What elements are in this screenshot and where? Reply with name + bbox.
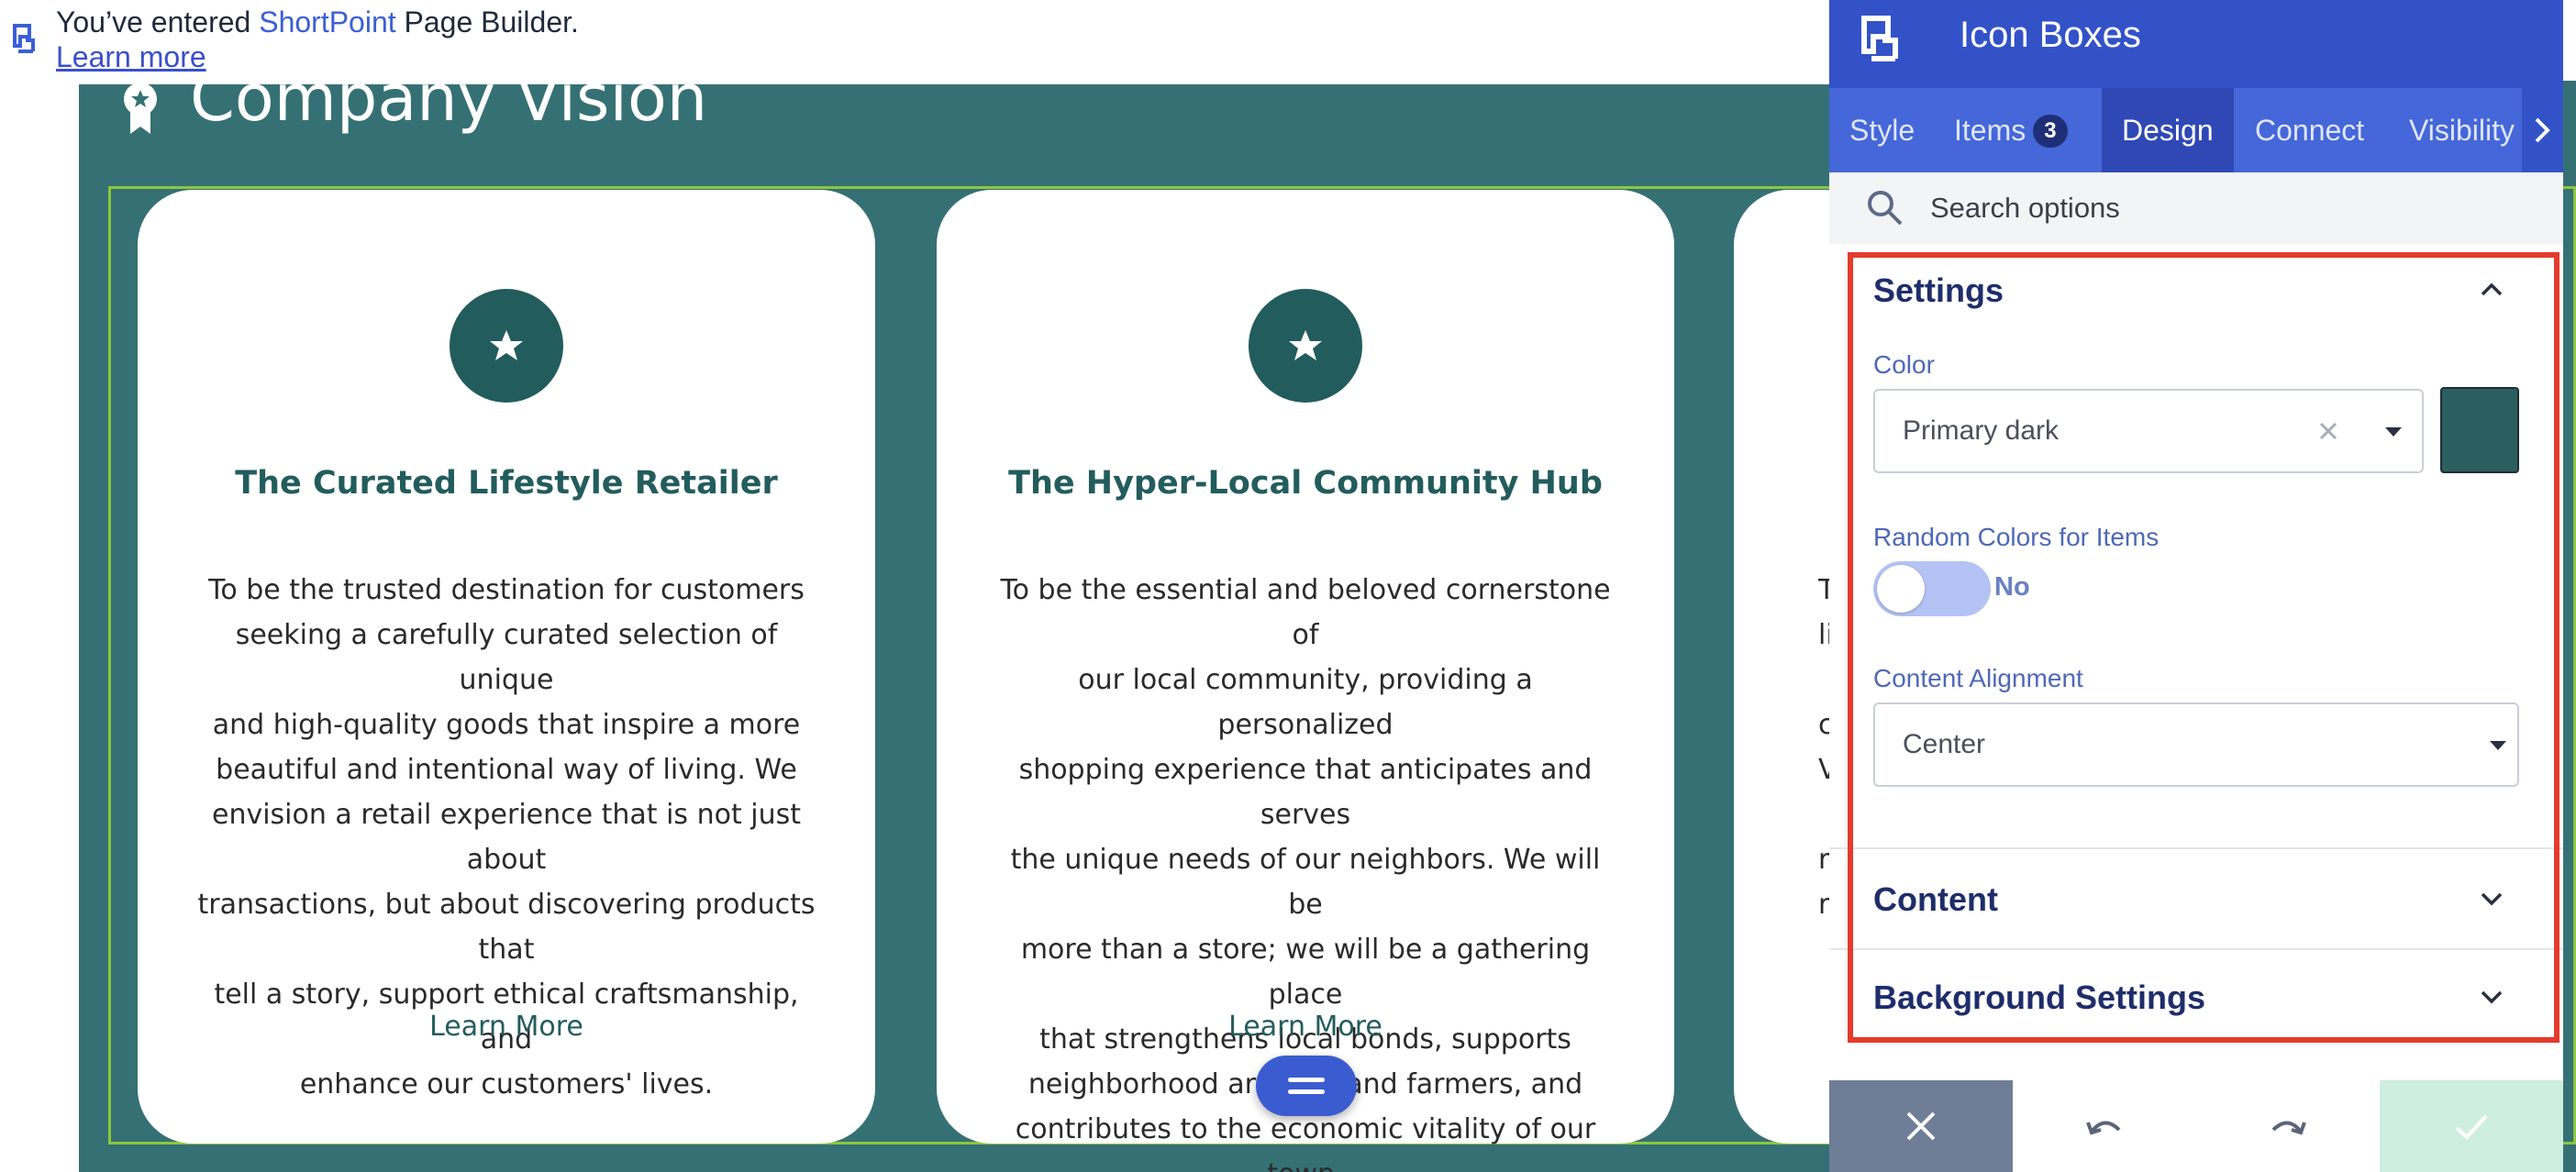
random-colors-toggle[interactable]: [1873, 561, 1991, 616]
undo-icon: [2086, 1121, 2121, 1135]
check-icon: [2455, 1114, 2488, 1140]
caret-down-icon: [2385, 427, 2402, 437]
tab-design[interactable]: Design: [2102, 88, 2234, 172]
color-select-value: Primary dark: [1903, 415, 2060, 446]
divider: [1829, 847, 2563, 849]
undo-button[interactable]: [2013, 1080, 2196, 1172]
chevron-down-icon[interactable]: [2477, 884, 2506, 913]
tab-connect[interactable]: Connect: [2235, 88, 2384, 172]
shortpoint-logo-icon: [13, 24, 35, 53]
tabs-scroll-right-button[interactable]: [2522, 88, 2563, 172]
random-colors-value: No: [1994, 572, 2030, 602]
content-alignment-label: Content Alignment: [1873, 664, 2083, 692]
search-input[interactable]: Search options: [1930, 192, 2120, 225]
learn-more-link[interactable]: Learn More: [937, 1011, 1674, 1043]
menu-icon: [1288, 1078, 1325, 1082]
panel-header: Icon Boxes: [1829, 0, 2563, 88]
icon-box-card[interactable]: The Hyper-Local Community Hub To be the …: [937, 190, 1674, 1172]
redo-button[interactable]: [2196, 1080, 2380, 1172]
card-title: The Hyper-Local Community Hub: [1008, 465, 1603, 502]
panel-title: Icon Boxes: [1960, 15, 2141, 55]
notice-text: You’ve entered ShortPoint Page Builder.: [56, 6, 579, 39]
chevron-right-icon: [2535, 117, 2550, 143]
toggle-knob: [1877, 565, 1925, 613]
alignment-select-value: Center: [1903, 729, 1986, 759]
builder-notice: You’ve entered ShortPoint Page Builder. …: [0, 0, 1835, 84]
learn-more-link[interactable]: Learn More: [138, 1011, 875, 1043]
learn-more-link[interactable]: Learn more: [56, 40, 206, 74]
star-icon: [1289, 330, 1322, 360]
random-colors-label: Random Colors for Items: [1873, 523, 2160, 551]
close-icon: [1906, 1111, 1936, 1141]
save-button[interactable]: [2380, 1080, 2563, 1172]
panel-footer: [1829, 1080, 2563, 1172]
clear-icon[interactable]: [2315, 418, 2341, 444]
search-options-field[interactable]: Search options: [1829, 172, 2563, 244]
close-button[interactable]: [1829, 1080, 2013, 1172]
icon-box-card[interactable]: The Curated Lifestyle Retailer To be the…: [138, 190, 875, 1144]
tab-style[interactable]: Style: [1829, 88, 1935, 172]
screen: Company Vision The Curated Lifestyle Ret…: [0, 0, 2576, 1172]
caret-down-icon: [2490, 741, 2506, 750]
content-heading[interactable]: Content: [1873, 880, 1998, 919]
background-settings-heading[interactable]: Background Settings: [1873, 979, 2205, 1017]
redo-icon: [2271, 1121, 2306, 1135]
tab-visibility[interactable]: Visibility: [2389, 88, 2535, 172]
shortpoint-logo-icon: [1861, 16, 1898, 61]
settings-heading[interactable]: Settings: [1873, 271, 2004, 310]
color-label: Color: [1873, 350, 1935, 379]
tab-items[interactable]: Items 3: [1934, 88, 2088, 172]
items-count-badge: 3: [2033, 115, 2068, 148]
settings-panel: Icon Boxes Style Items 3 Design Connect V…: [1829, 0, 2563, 1172]
color-select[interactable]: Primary dark: [1873, 389, 2424, 473]
panel-tabs: Style Items 3 Design Connect Visibility: [1829, 88, 2563, 172]
star-badge: [450, 289, 563, 403]
chevron-up-icon[interactable]: [2477, 275, 2506, 304]
star-badge: [1249, 289, 1362, 403]
content-alignment-select[interactable]: Center: [1873, 702, 2519, 787]
menu-handle-button[interactable]: [1256, 1056, 1357, 1116]
star-icon: [490, 330, 523, 360]
color-swatch[interactable]: [2440, 387, 2519, 473]
card-title: The Curated Lifestyle Retailer: [235, 465, 778, 502]
search-icon: [1868, 191, 1903, 226]
chevron-down-icon[interactable]: [2477, 982, 2506, 1012]
brand-name: ShortPoint: [259, 6, 396, 39]
divider: [1829, 948, 2563, 950]
award-icon: [124, 83, 157, 134]
